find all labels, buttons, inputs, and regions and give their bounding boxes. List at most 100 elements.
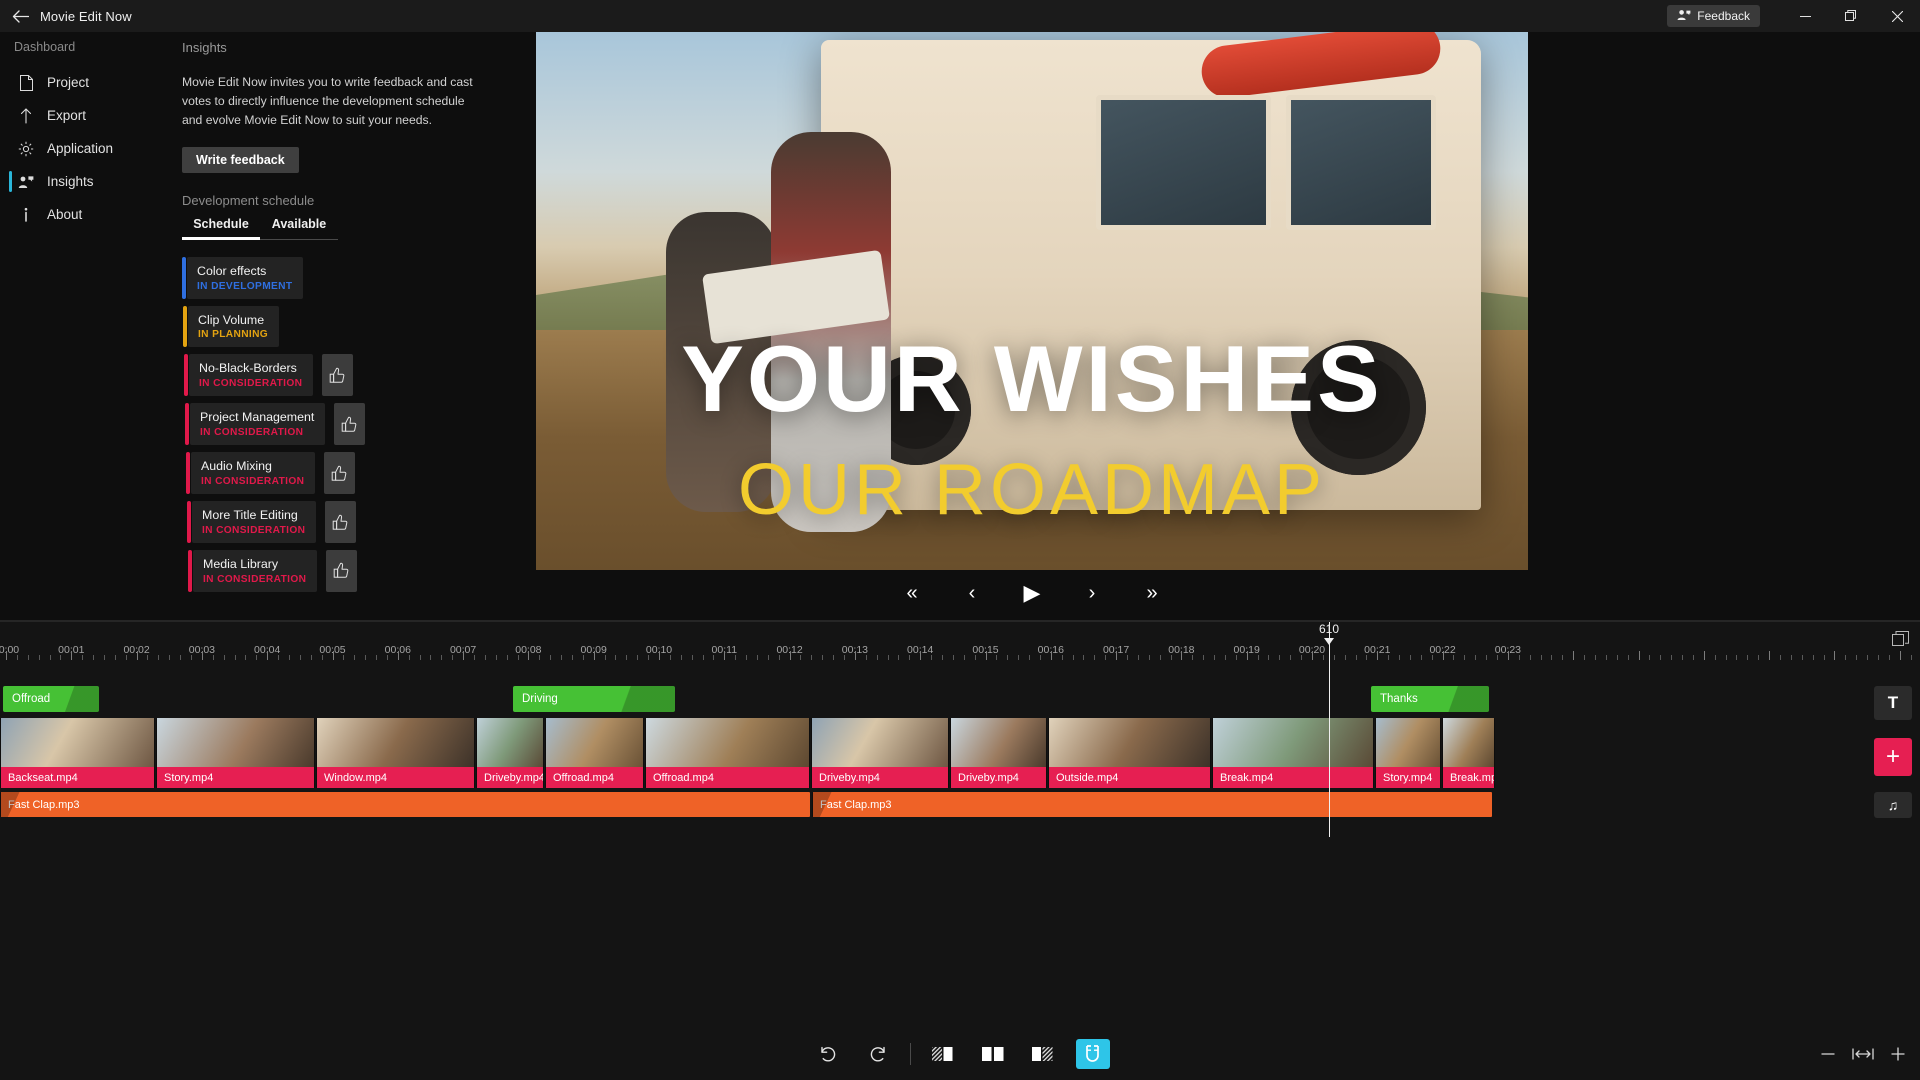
schedule-item-card[interactable]: Media Library IN CONSIDERATION bbox=[187, 549, 318, 592]
tab-available[interactable]: Available bbox=[260, 217, 338, 239]
ruler-tick bbox=[321, 655, 323, 660]
ruler-tick bbox=[931, 655, 933, 660]
insights-description: Movie Edit Now invites you to write feed… bbox=[182, 75, 473, 127]
title-clip[interactable]: Driving bbox=[513, 686, 675, 712]
video-clip[interactable]: Story.mp4 bbox=[1375, 718, 1441, 788]
audio-clip[interactable]: Fast Clap.mp3 bbox=[812, 792, 1492, 817]
clip-label: Story.mp4 bbox=[1376, 767, 1440, 788]
audio-clip[interactable]: Fast Clap.mp3 bbox=[0, 792, 810, 817]
zoom-out-icon[interactable] bbox=[1820, 1046, 1836, 1062]
titlebar-right: Feedback bbox=[1667, 0, 1920, 32]
schedule-item-card[interactable]: No-Black-Borders IN CONSIDERATION bbox=[183, 354, 314, 397]
sidebar-item-about[interactable]: About bbox=[0, 198, 182, 231]
clip-label: Driveby.mp4 bbox=[477, 767, 543, 788]
ruler-tick bbox=[1301, 655, 1303, 660]
ruler-tick bbox=[833, 655, 835, 660]
ruler-tick bbox=[789, 651, 791, 660]
audio-clip-label: Fast Clap.mp3 bbox=[820, 798, 892, 811]
video-clip[interactable]: Offroad.mp4 bbox=[645, 718, 810, 788]
thumbs-up-icon[interactable] bbox=[325, 501, 357, 543]
video-clip[interactable]: Story.mp4 bbox=[156, 718, 315, 788]
video-clip[interactable]: Driveby.mp4 bbox=[476, 718, 544, 788]
sidebar-item-insights[interactable]: Insights bbox=[0, 165, 182, 198]
skip-forward-button[interactable]: » bbox=[1135, 578, 1169, 608]
tab-schedule[interactable]: Schedule bbox=[182, 217, 260, 240]
magnet-snap-icon[interactable] bbox=[1075, 1039, 1110, 1069]
close-button[interactable] bbox=[1874, 0, 1920, 32]
ruler-tick bbox=[1540, 655, 1542, 660]
undo-icon[interactable] bbox=[811, 1039, 845, 1069]
ruler-tick bbox=[1475, 655, 1477, 660]
ruler-tick bbox=[669, 655, 671, 660]
back-arrow-icon[interactable] bbox=[0, 0, 40, 32]
video-clip[interactable]: Outside.mp4 bbox=[1048, 718, 1211, 788]
video-preview[interactable]: YOUR WISHES OUR ROADMAP bbox=[536, 32, 1528, 570]
schedule-item-title: Audio Mixing bbox=[201, 459, 272, 474]
add-audio-button[interactable]: ♫ bbox=[1874, 792, 1912, 818]
schedule-item-card[interactable]: Clip Volume IN PLANNING bbox=[182, 305, 280, 348]
playhead[interactable] bbox=[1329, 622, 1330, 837]
skip-back-button[interactable]: « bbox=[895, 578, 929, 608]
ruler-tick bbox=[615, 655, 617, 660]
minimize-button[interactable] bbox=[1782, 0, 1828, 32]
clip-label: Story.mp4 bbox=[157, 767, 314, 788]
ruler-tick bbox=[1790, 655, 1792, 660]
ruler-tick bbox=[996, 655, 998, 660]
title-clip[interactable]: Offroad bbox=[3, 686, 99, 712]
step-back-button[interactable]: ‹ bbox=[955, 578, 989, 608]
feedback-button[interactable]: Feedback bbox=[1667, 5, 1760, 27]
zoom-fit-icon[interactable] bbox=[1852, 1047, 1874, 1061]
ruler-tick bbox=[561, 655, 563, 660]
play-button[interactable]: ▶ bbox=[1015, 578, 1049, 608]
ruler-tick bbox=[1660, 655, 1662, 660]
ruler-tick bbox=[1877, 655, 1879, 660]
timeline-ruler[interactable]: 00:0000:0100:0200:0300:0400:0500:0600:07… bbox=[0, 622, 1920, 664]
schedule-item-card[interactable]: Color effects IN DEVELOPMENT bbox=[181, 256, 304, 299]
ruler-tick bbox=[1638, 651, 1640, 660]
video-clip[interactable]: Driveby.mp4 bbox=[811, 718, 949, 788]
video-clip[interactable]: Break.mp4 bbox=[1442, 718, 1495, 788]
video-clip[interactable]: Window.mp4 bbox=[316, 718, 475, 788]
schedule-item-card[interactable]: More Title Editing IN CONSIDERATION bbox=[186, 501, 317, 543]
add-title-button[interactable]: T bbox=[1874, 686, 1912, 720]
ruler-tick bbox=[1616, 655, 1618, 660]
title-clip[interactable]: Thanks bbox=[1371, 686, 1489, 712]
step-forward-button[interactable]: › bbox=[1075, 578, 1109, 608]
video-clip[interactable]: Break.mp4 bbox=[1212, 718, 1374, 788]
video-clip[interactable]: Driveby.mp4 bbox=[950, 718, 1047, 788]
ruler-tick bbox=[659, 651, 660, 660]
ruler-tick bbox=[158, 655, 160, 660]
preview-roof-kayak bbox=[1198, 32, 1444, 101]
schedule-item-status: IN DEVELOPMENT bbox=[197, 280, 293, 292]
thumbs-up-icon[interactable] bbox=[326, 549, 358, 592]
fade-out-icon[interactable] bbox=[1026, 1039, 1060, 1069]
video-clip[interactable]: Backseat.mp4 bbox=[0, 718, 155, 788]
video-clip[interactable]: Offroad.mp4 bbox=[545, 718, 644, 788]
sidebar-item-project[interactable]: Project bbox=[0, 66, 182, 99]
ruler-tick bbox=[495, 655, 497, 660]
schedule-item-card[interactable]: Audio Mixing IN CONSIDERATION bbox=[185, 452, 316, 495]
ruler-tick bbox=[517, 655, 519, 660]
fade-in-icon[interactable] bbox=[926, 1039, 960, 1069]
thumbs-up-icon[interactable] bbox=[324, 452, 356, 495]
thumbs-up-icon[interactable] bbox=[322, 354, 354, 397]
zoom-in-icon[interactable] bbox=[1890, 1046, 1906, 1062]
add-media-button[interactable]: + bbox=[1874, 738, 1912, 776]
write-feedback-button[interactable]: Write feedback bbox=[182, 146, 299, 173]
zoom-controls bbox=[1820, 1046, 1906, 1062]
crossfade-icon[interactable] bbox=[976, 1039, 1010, 1069]
clip-thumbnail bbox=[317, 718, 474, 767]
ruler-tick bbox=[909, 655, 911, 660]
thumbs-up-icon[interactable] bbox=[334, 403, 366, 446]
schedule-item-card[interactable]: Project Management IN CONSIDERATION bbox=[184, 403, 326, 446]
sidebar-item-label: Insights bbox=[47, 174, 94, 189]
redo-icon[interactable] bbox=[861, 1039, 895, 1069]
ruler-tick bbox=[1801, 655, 1803, 660]
sidebar-item-application[interactable]: Application bbox=[0, 132, 182, 165]
timeline: 00:0000:0100:0200:0300:0400:0500:0600:07… bbox=[0, 622, 1920, 1080]
ruler-tick bbox=[1464, 655, 1466, 660]
clip-label: Break.mp4 bbox=[1213, 767, 1373, 788]
sidebar-item-export[interactable]: Export bbox=[0, 99, 182, 132]
duplicate-panel-icon[interactable] bbox=[1892, 630, 1912, 650]
maximize-restore-button[interactable] bbox=[1828, 0, 1874, 32]
